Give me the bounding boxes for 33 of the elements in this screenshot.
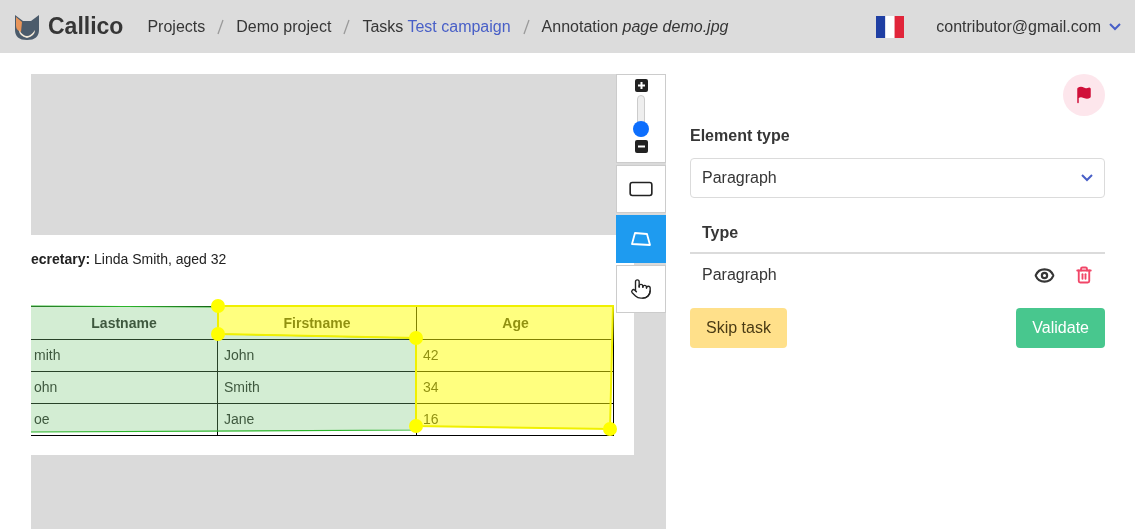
hand-icon [630, 278, 652, 300]
breadcrumb-link[interactable]: Tasks Test campaign [362, 14, 511, 39]
drawing-tool-button[interactable] [616, 265, 666, 313]
delete-icon[interactable] [1075, 266, 1093, 284]
french-flag-icon[interactable] [876, 15, 905, 38]
flag-icon [1075, 86, 1093, 104]
chevron-down-icon [1109, 22, 1121, 31]
document-caption: ecretary: Linda Smith, aged 32 [31, 250, 228, 269]
user-menu[interactable]: contributor@gmail.com [936, 14, 1121, 39]
flag-button[interactable] [1063, 74, 1105, 116]
zoom-in-icon[interactable] [634, 79, 648, 92]
brand-name[interactable]: Callico [48, 9, 124, 44]
table-cell-text: Paragraph [702, 265, 777, 285]
table-cell: oe [31, 403, 217, 435]
column-header: Lastname [90, 313, 158, 333]
breadcrumb-link[interactable]: Projects [147, 14, 206, 39]
table-cell: ohn [31, 371, 217, 403]
table-cell: Smith [217, 371, 416, 403]
polygon-icon [630, 231, 652, 247]
element-type-label: Element type [690, 126, 791, 146]
zoom-out-icon[interactable] [634, 140, 648, 153]
breadcrumb-separator [217, 18, 225, 35]
zoom-slider-thumb[interactable] [633, 121, 649, 138]
drawing-tool-button[interactable] [616, 165, 666, 213]
breadcrumb-separator [343, 18, 351, 35]
skip-button[interactable]: Skip task [690, 308, 787, 348]
element-type-select[interactable]: Paragraph [690, 158, 1105, 198]
breadcrumb-link[interactable]: Annotation page demo.jpg [541, 14, 729, 39]
table-cell: 34 [416, 371, 614, 403]
breadcrumb-link[interactable]: Demo project [236, 14, 332, 39]
chevron-down-icon [1081, 174, 1093, 182]
breadcrumb-separator [522, 18, 530, 35]
table-header: Type [690, 214, 1105, 254]
